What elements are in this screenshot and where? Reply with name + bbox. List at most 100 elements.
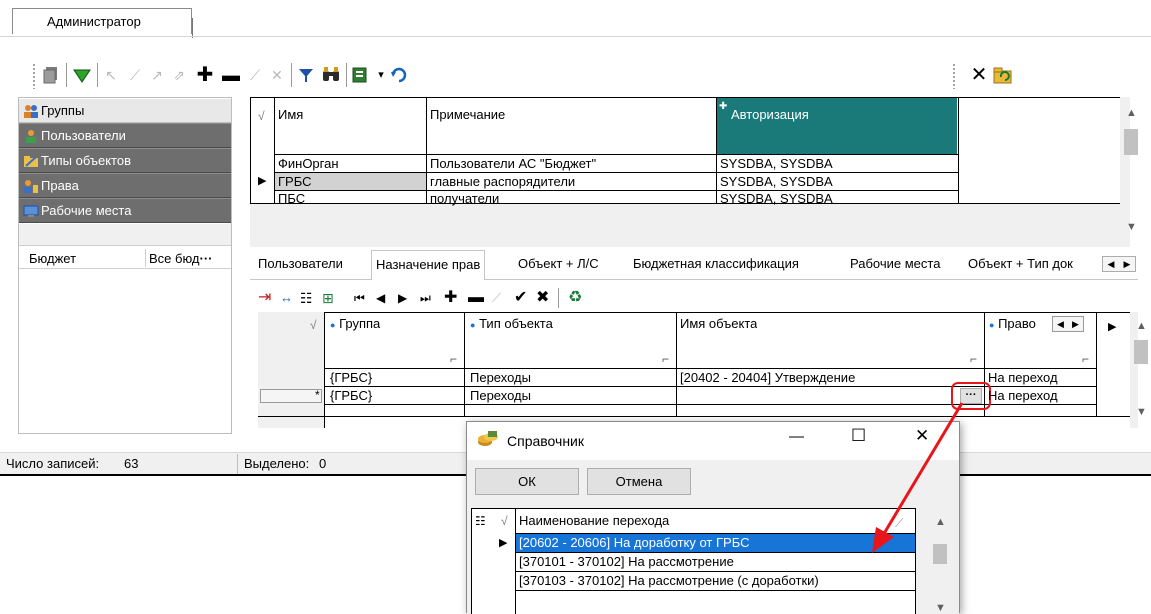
tab-administrator[interactable]: Администратор — [12, 8, 192, 34]
grid-line — [274, 190, 958, 191]
column-header-object-type[interactable]: ● Тип объекта — [468, 316, 553, 331]
list-item[interactable]: [370101 - 370102] На рассмотрение — [519, 554, 734, 569]
edit-record-icon[interactable]: ⟋ — [492, 286, 501, 310]
table-cell[interactable]: ПБС — [276, 191, 305, 206]
table-cell[interactable]: {ГРБС} — [328, 388, 372, 403]
recycle-bin-icon[interactable]: ♻ — [568, 286, 582, 310]
scroll-up-icon[interactable]: ▲ — [1126, 107, 1137, 119]
cancel-record-icon[interactable]: ✖ — [536, 286, 549, 310]
first-record-icon[interactable]: ⏮ — [354, 286, 365, 310]
prev-icon[interactable]: ↗ — [146, 63, 168, 87]
ok-button[interactable]: ОК — [475, 468, 579, 495]
toolbar-separator — [558, 288, 559, 308]
list-item[interactable]: [370103 - 370102] На рассмотрение (с дор… — [519, 573, 819, 588]
tab-scroll-buttons[interactable]: ◀ ▶ — [1102, 256, 1136, 272]
tab-object-doc-type[interactable]: Объект + Тип док — [968, 256, 1100, 271]
sidebar-item-groups[interactable]: Группы — [19, 98, 231, 123]
prev-record-icon[interactable]: ◀ — [376, 286, 385, 310]
minimize-icon[interactable]: — — [789, 428, 804, 445]
column-header-name[interactable]: Имя — [276, 107, 303, 122]
tab-rights-assignment[interactable]: Назначение прав — [371, 250, 486, 280]
close-icon[interactable]: ✕ — [968, 63, 990, 87]
dialog-title-bar[interactable]: Справочник — [477, 430, 584, 451]
table-cell[interactable]: На переход — [986, 388, 1058, 403]
grid-line — [515, 552, 915, 553]
column-scroll-buttons[interactable]: ◀ ▶ — [1052, 316, 1084, 332]
next-record-icon[interactable]: ▶ — [398, 286, 407, 310]
table-cell[interactable]: На переход — [986, 370, 1058, 385]
add-icon[interactable]: ✚ — [194, 63, 216, 87]
tab-object-account[interactable]: Объект + Л/С — [518, 256, 599, 271]
sidebar-item-users[interactable]: Пользователи — [19, 123, 231, 148]
filter-icon[interactable] — [71, 63, 93, 87]
copy-icon[interactable] — [40, 63, 62, 87]
table-cell[interactable]: SYSDBA, SYSDBA — [718, 174, 833, 189]
tab-workplaces[interactable]: Рабочие места — [850, 256, 940, 271]
table-cell[interactable]: SYSDBA, SYSDBA — [718, 156, 833, 171]
table-cell[interactable]: ГРБС — [276, 174, 311, 189]
import-icon[interactable]: ⇥ — [258, 286, 271, 310]
export-icon[interactable] — [350, 63, 372, 87]
sort-marker-icon: ✚ — [719, 101, 728, 112]
table-cell[interactable]: [20402 - 20404] Утверждение — [678, 370, 855, 385]
tab-scroll-left-icon[interactable]: ◀ — [1108, 259, 1115, 270]
tab-budget-classification[interactable]: Бюджетная классификация — [633, 256, 799, 271]
scroll-thumb[interactable] — [1124, 129, 1138, 155]
sidebar-item-object-types[interactable]: Типы объектов — [19, 148, 231, 173]
list-item-selected[interactable]: [20602 - 20606] На доработку от ГРБС — [519, 535, 749, 550]
table-cell[interactable]: Переходы — [468, 388, 531, 403]
scroll-down-icon[interactable]: ▼ — [1136, 406, 1147, 418]
binoculars-icon[interactable] — [320, 63, 342, 87]
table-cell[interactable]: {ГРБС} — [328, 370, 372, 385]
first-icon[interactable]: ⟋ — [124, 63, 146, 87]
scroll-down-icon[interactable]: ▼ — [935, 602, 946, 614]
toolbar-separator — [346, 63, 347, 87]
column-scroll-right-icon[interactable]: ▶ — [1072, 319, 1079, 330]
edit-icon[interactable]: ⟋ — [244, 63, 266, 87]
undo-icon[interactable]: ↖ — [100, 63, 122, 87]
column-scroll-left-icon[interactable]: ◀ — [1057, 319, 1064, 330]
folder-refresh-icon[interactable] — [992, 63, 1014, 87]
column-header-note[interactable]: Примечание — [428, 107, 505, 122]
remove-icon[interactable]: ▬ — [220, 63, 242, 87]
scroll-up-icon[interactable]: ▲ — [1136, 320, 1147, 332]
budget-filter-value[interactable]: Все бюд··· — [149, 251, 213, 266]
scroll-thumb[interactable] — [1134, 340, 1148, 364]
column-header-auth[interactable]: ✚ Авторизация — [717, 98, 957, 154]
toolbar-grip[interactable] — [952, 63, 956, 89]
next-icon[interactable]: ⇗ — [168, 63, 190, 87]
scroll-down-icon[interactable]: ▼ — [1126, 221, 1137, 233]
budget-filter-row[interactable]: Бюджет Все бюд··· — [19, 247, 231, 269]
column-header-object-name[interactable]: Имя объекта — [678, 316, 757, 331]
refresh-icon[interactable] — [388, 63, 410, 87]
funnel-icon[interactable] — [295, 63, 317, 87]
toolbar-grip[interactable] — [32, 63, 36, 89]
budget-filter-ellipsis-button[interactable]: ··· — [200, 251, 213, 266]
column-header-right[interactable]: ● Право — [987, 316, 1036, 331]
tree-icon[interactable]: ⊞ — [322, 286, 334, 310]
delete-record-icon[interactable]: ▬ — [468, 286, 484, 310]
cancel-button[interactable]: Отмена — [587, 468, 691, 495]
rights-vertical-scrollbar[interactable]: ▲ ▼ — [1132, 312, 1150, 428]
last-record-icon[interactable]: ⏭ — [420, 286, 431, 310]
dialog-column-header[interactable]: Наименование перехода — [519, 513, 669, 528]
tab-scroll-right-icon[interactable]: ▶ — [1124, 259, 1131, 270]
post-record-icon[interactable]: ✔ — [514, 286, 527, 310]
toolbar-separator — [66, 63, 67, 87]
swap-icon[interactable]: ↔ — [280, 286, 293, 310]
add-record-icon[interactable]: ✚ — [444, 286, 457, 310]
table-cell[interactable]: получатели — [428, 191, 499, 206]
table-cell[interactable]: главные распорядители — [428, 174, 575, 189]
sidebar-item-rights[interactable]: Права — [19, 173, 231, 198]
groups-vertical-scrollbar[interactable]: ▲ ▼ — [1122, 97, 1140, 247]
column-header-group[interactable]: ● Группа — [328, 316, 380, 331]
tab-users[interactable]: Пользователи — [258, 256, 343, 271]
table-cell[interactable]: SYSDBA, SYSDBA — [718, 191, 833, 206]
cancel-icon[interactable]: ✕ — [266, 63, 288, 87]
table-cell[interactable]: ФинОрган — [276, 156, 339, 171]
sidebar-item-workplaces[interactable]: Рабочие места — [19, 198, 231, 223]
table-cell[interactable]: Пользователи АС "Бюджет" — [428, 156, 596, 171]
table-cell[interactable]: Переходы — [468, 370, 531, 385]
folder-icon — [23, 154, 39, 168]
checklist-icon[interactable]: ☷ — [300, 286, 313, 310]
